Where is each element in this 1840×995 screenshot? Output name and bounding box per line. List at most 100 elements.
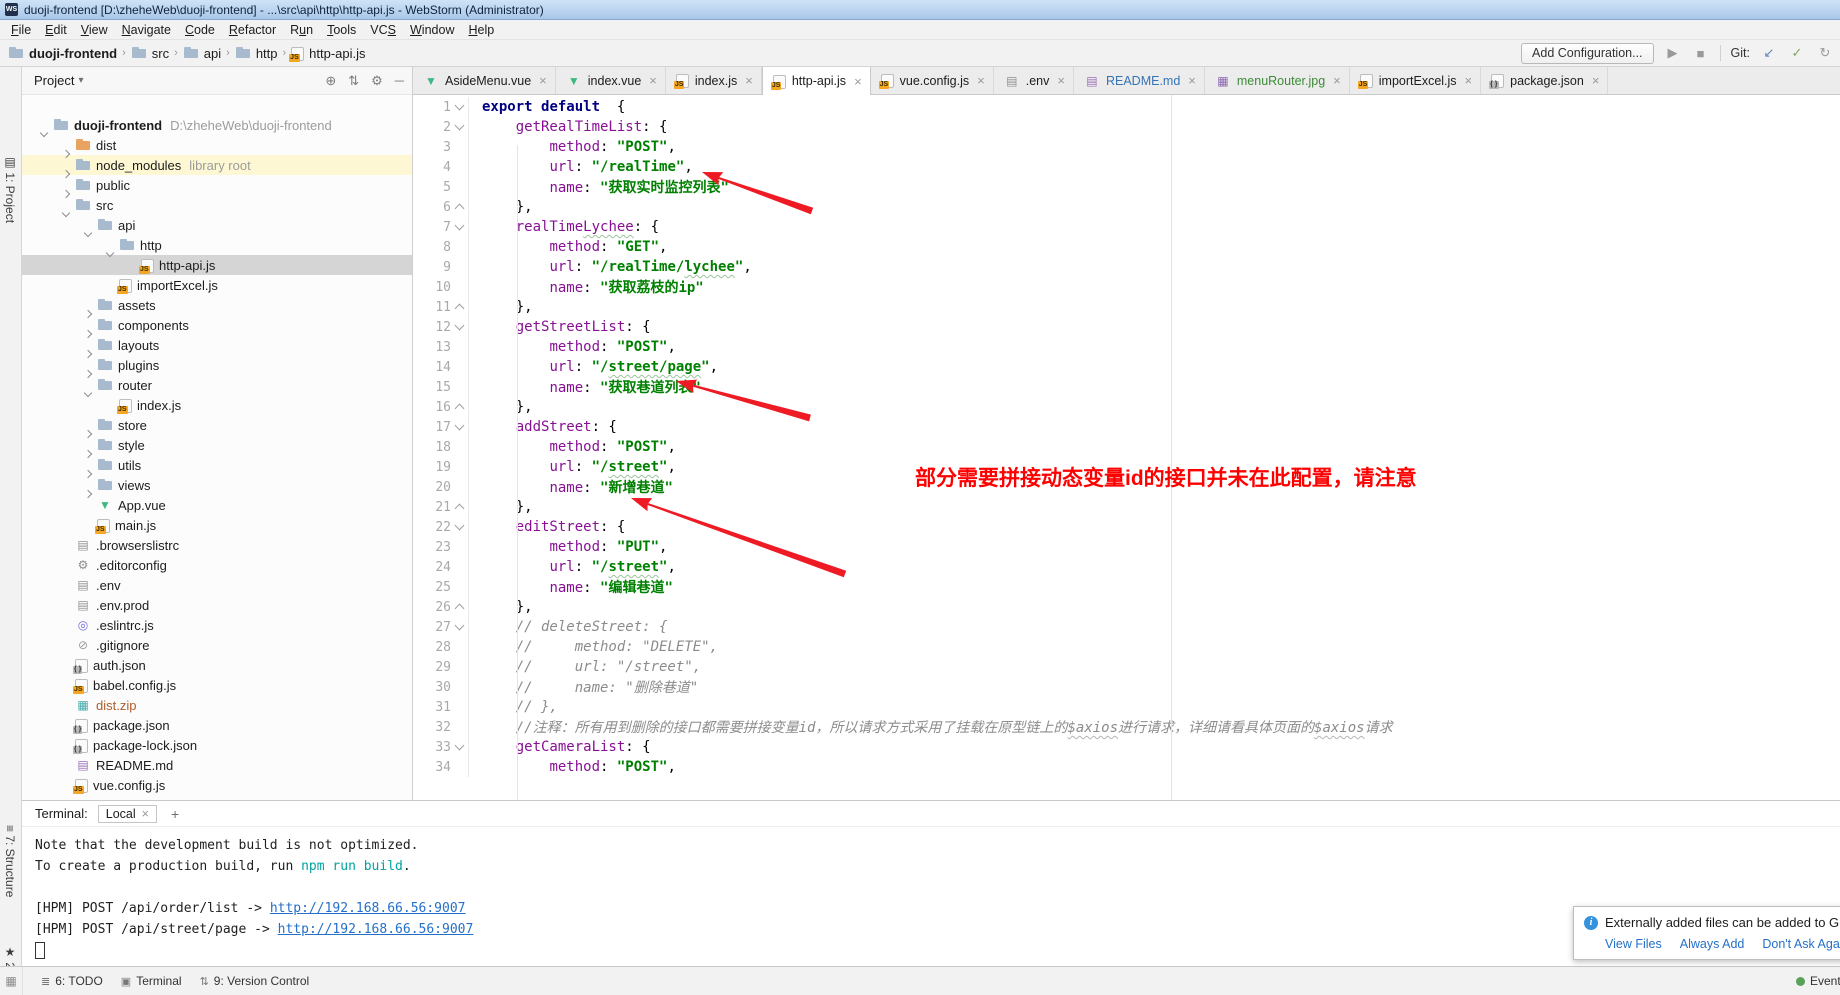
tree-item-src[interactable]: src	[22, 195, 412, 215]
code-line[interactable]: 1export default {	[413, 97, 1840, 117]
status-version-control[interactable]: ⇅9: Version Control	[200, 974, 310, 988]
tree-item-dist.zip[interactable]: ▦dist.zip	[22, 695, 412, 715]
status-bar-right[interactable]: Event Log	[1796, 974, 1840, 988]
chevron-down-icon[interactable]: ▾	[78, 75, 83, 86]
collapse-all-icon[interactable]: ⇅	[348, 73, 359, 89]
code-line[interactable]: 11 },	[413, 297, 1840, 317]
tree-item-auth.json[interactable]: auth.json	[22, 655, 412, 675]
tree-item-duoji-frontend[interactable]: duoji-frontendD:\zheheWeb\duoji-frontend	[22, 115, 412, 135]
terminal-output[interactable]: Note that the development build is not o…	[22, 827, 1840, 964]
code-line[interactable]: 6 },	[413, 197, 1840, 217]
tree-item-plugins[interactable]: plugins	[22, 355, 412, 375]
code-line[interactable]: 29 // url: "/street",	[413, 657, 1840, 677]
close-icon[interactable]: ×	[1057, 73, 1065, 88]
breadcrumb-item-http[interactable]: http	[235, 45, 278, 61]
update-project-icon[interactable]: ↙	[1760, 45, 1778, 61]
code-line[interactable]: 32 //注释：所有用到删除的接口都需要拼接变量id，所以请求方式采用了挂载在原…	[413, 717, 1840, 737]
editor-tab-http-api.js[interactable]: http-api.js×	[762, 67, 871, 95]
code-line[interactable]: 10 name: "获取荔枝的ip"	[413, 277, 1840, 297]
code-line[interactable]: 12 getStreetList: {	[413, 317, 1840, 337]
code-line[interactable]: 31 // },	[413, 697, 1840, 717]
fold-marker-icon[interactable]	[451, 217, 469, 237]
tree-item-index.js[interactable]: index.js	[22, 395, 412, 415]
breadcrumb-item-duoji-frontend[interactable]: duoji-frontend	[8, 45, 117, 61]
tree-item-layouts[interactable]: layouts	[22, 335, 412, 355]
code-line[interactable]: 22 editStreet: {	[413, 517, 1840, 537]
tool-window-switcher-icon[interactable]: ▦	[0, 967, 23, 995]
fold-marker-icon[interactable]	[451, 617, 469, 637]
run-icon[interactable]: ▶	[1664, 45, 1682, 61]
terminal-tab-local[interactable]: Local ×	[98, 805, 157, 823]
editor-tab-menuRouter.jpg[interactable]: ▦menuRouter.jpg×	[1205, 67, 1350, 94]
tree-item-.env[interactable]: ▤.env	[22, 575, 412, 595]
notification-action-view-files[interactable]: View Files	[1605, 937, 1662, 951]
fold-marker-icon[interactable]	[451, 597, 469, 617]
close-icon[interactable]: ×	[1188, 73, 1196, 88]
tree-item-.editorconfig[interactable]: ⚙.editorconfig	[22, 555, 412, 575]
stripe-button-structure[interactable]: ≡ 7: Structure	[3, 825, 17, 897]
breadcrumb-item-src[interactable]: src	[131, 45, 169, 61]
menu-tools[interactable]: Tools	[320, 23, 363, 37]
status-todo[interactable]: ≣6: TODO	[41, 974, 103, 988]
menu-code[interactable]: Code	[178, 23, 222, 37]
code-line[interactable]: 8 method: "GET",	[413, 237, 1840, 257]
code-line[interactable]: 7 realTimeLychee: {	[413, 217, 1840, 237]
tree-item-components[interactable]: components	[22, 315, 412, 335]
menu-window[interactable]: Window	[403, 23, 461, 37]
tree-item-router[interactable]: router	[22, 375, 412, 395]
history-icon[interactable]: ↻	[1816, 45, 1834, 61]
code-line[interactable]: 17 addStreet: {	[413, 417, 1840, 437]
code-line[interactable]: 26 },	[413, 597, 1840, 617]
code-line[interactable]: 3 method: "POST",	[413, 137, 1840, 157]
tree-item-api[interactable]: api	[22, 215, 412, 235]
fold-marker-icon[interactable]	[451, 297, 469, 317]
tree-item-babel.config.js[interactable]: babel.config.js	[22, 675, 412, 695]
settings-icon[interactable]: ⚙	[371, 73, 383, 89]
project-panel-title[interactable]: Project	[34, 73, 74, 88]
editor-tab-.env[interactable]: ▤.env×	[994, 67, 1074, 94]
commit-icon[interactable]: ✓	[1788, 45, 1806, 61]
menu-view[interactable]: View	[74, 23, 115, 37]
code-line[interactable]: 25 name: "编辑巷道"	[413, 577, 1840, 597]
close-icon[interactable]: ×	[745, 73, 753, 88]
tree-item-vue.config.js[interactable]: vue.config.js	[22, 775, 412, 795]
tree-item-public[interactable]: public	[22, 175, 412, 195]
tree-item-assets[interactable]: assets	[22, 295, 412, 315]
tree-item-store[interactable]: store	[22, 415, 412, 435]
code-line[interactable]: 16 },	[413, 397, 1840, 417]
close-icon[interactable]: ×	[977, 73, 985, 88]
fold-marker-icon[interactable]	[451, 197, 469, 217]
code-line[interactable]: 30 // name: "删除巷道"	[413, 677, 1840, 697]
tree-item-utils[interactable]: utils	[22, 455, 412, 475]
code-line[interactable]: 9 url: "/realTime/lychee",	[413, 257, 1840, 277]
tree-item-.gitignore[interactable]: ⊘.gitignore	[22, 635, 412, 655]
code-line[interactable]: 28 // method: "DELETE",	[413, 637, 1840, 657]
terminal-cursor[interactable]	[35, 942, 45, 959]
menu-file[interactable]: File	[4, 23, 38, 37]
tree-item-App.vue[interactable]: ▼App.vue	[22, 495, 412, 515]
code-line[interactable]: 24 url: "/street",	[413, 557, 1840, 577]
tree-item-http[interactable]: http	[22, 235, 412, 255]
add-configuration-button[interactable]: Add Configuration...	[1521, 43, 1654, 64]
fold-marker-icon[interactable]	[451, 97, 469, 117]
menu-edit[interactable]: Edit	[38, 23, 74, 37]
status-terminal[interactable]: ▣Terminal	[121, 974, 182, 988]
editor-tab-README.md[interactable]: ▤README.md×	[1074, 67, 1205, 94]
fold-marker-icon[interactable]	[451, 317, 469, 337]
stripe-button-project[interactable]: ▤ 1: Project	[3, 155, 17, 223]
notification-action-always-add[interactable]: Always Add	[1680, 937, 1745, 951]
fold-marker-icon[interactable]	[451, 417, 469, 437]
terminal-link[interactable]: http://192.168.66.56:9007	[270, 901, 466, 916]
close-icon[interactable]: ×	[854, 74, 862, 89]
hide-panel-icon[interactable]: ─	[395, 73, 404, 89]
close-icon[interactable]: ×	[1333, 73, 1341, 88]
editor-tab-vue.config.js[interactable]: vue.config.js×	[871, 67, 994, 94]
breadcrumb-item-api[interactable]: api	[183, 45, 221, 61]
code-line[interactable]: 27 // deleteStreet: {	[413, 617, 1840, 637]
menu-refactor[interactable]: Refactor	[222, 23, 283, 37]
close-icon[interactable]: ×	[539, 73, 547, 88]
code-line[interactable]: 18 method: "POST",	[413, 437, 1840, 457]
notification-action-don-t-ask-again[interactable]: Don't Ask Again	[1762, 937, 1840, 951]
editor-tab-AsideMenu.vue[interactable]: ▼AsideMenu.vue×	[413, 67, 556, 94]
close-icon[interactable]: ×	[1465, 73, 1473, 88]
